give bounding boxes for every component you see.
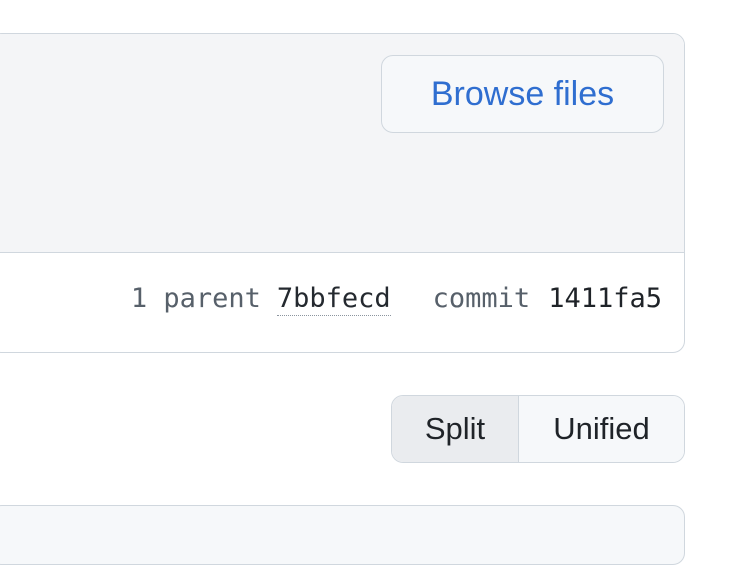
split-view-button[interactable]: Split xyxy=(392,396,519,462)
commit-header: Browse files xyxy=(0,34,684,253)
unified-view-button[interactable]: Unified xyxy=(519,396,684,462)
browse-files-button[interactable]: Browse files xyxy=(381,55,664,133)
commit-meta: 1 parent 7bbfecd commit 1411fa5 xyxy=(131,283,662,316)
commit-sha: 1411fa5 xyxy=(548,283,662,314)
parent-sha-link[interactable]: 7bbfecd xyxy=(276,283,391,316)
diff-view-toggle: Split Unified xyxy=(391,395,685,463)
parent-count-label: 1 parent xyxy=(130,283,261,314)
commit-box: Browse files 1 parent 7bbfecd commit 141… xyxy=(0,33,685,353)
file-diff-box xyxy=(0,505,685,565)
commit-label: commit xyxy=(432,283,531,314)
